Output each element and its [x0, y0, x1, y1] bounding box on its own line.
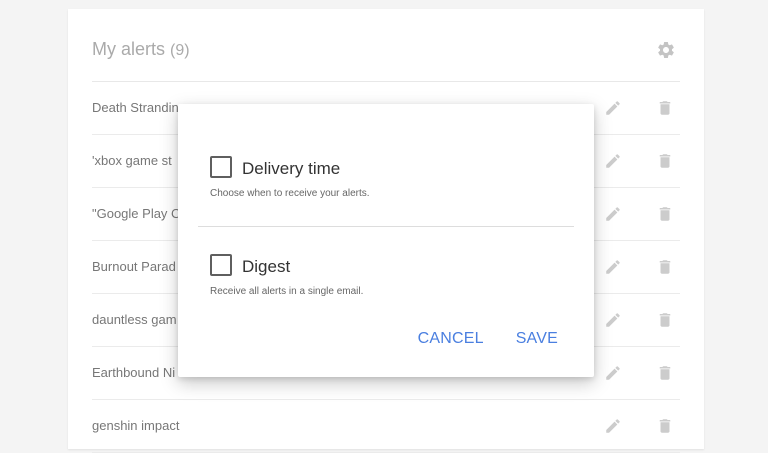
alert-label[interactable]: 'xbox game st	[92, 153, 172, 168]
trash-icon[interactable]	[656, 364, 674, 382]
pencil-icon[interactable]	[604, 364, 622, 382]
list-item: genshin impact	[92, 400, 680, 453]
trash-icon[interactable]	[656, 205, 674, 223]
delivery-time-checkbox[interactable]	[210, 156, 232, 178]
trash-icon[interactable]	[656, 258, 674, 276]
save-button[interactable]: SAVE	[516, 330, 558, 348]
digest-description: Receive all alerts in a single email.	[210, 286, 364, 297]
gear-icon[interactable]	[656, 40, 676, 60]
pencil-icon[interactable]	[604, 99, 622, 117]
digest-checkbox[interactable]	[210, 254, 232, 276]
page-title-text: My alerts	[92, 39, 166, 59]
delivery-time-description: Choose when to receive your alerts.	[210, 188, 370, 199]
digest-label[interactable]: Digest	[242, 257, 290, 277]
alert-label[interactable]: Death Strandin	[92, 100, 179, 115]
pencil-icon[interactable]	[604, 417, 622, 435]
alert-label[interactable]: Burnout Parad	[92, 259, 176, 274]
alert-label[interactable]: dauntless gam	[92, 312, 177, 327]
alert-label[interactable]: Earthbound Ni	[92, 365, 175, 380]
trash-icon[interactable]	[656, 99, 674, 117]
pencil-icon[interactable]	[604, 311, 622, 329]
trash-icon[interactable]	[656, 152, 674, 170]
page-title: My alerts (9)	[92, 39, 190, 60]
pencil-icon[interactable]	[604, 152, 622, 170]
alerts-header: My alerts (9)	[92, 9, 680, 82]
pencil-icon[interactable]	[604, 258, 622, 276]
trash-icon[interactable]	[656, 311, 674, 329]
alert-count: (9)	[170, 42, 190, 59]
delivery-time-label[interactable]: Delivery time	[242, 159, 340, 179]
trash-icon[interactable]	[656, 417, 674, 435]
dialog-actions: CANCEL SAVE	[418, 330, 558, 348]
pencil-icon[interactable]	[604, 205, 622, 223]
cancel-button[interactable]: CANCEL	[418, 330, 484, 348]
dialog-divider	[198, 226, 574, 227]
alert-label[interactable]: "Google Play C	[92, 206, 180, 221]
delivery-options-dialog: Delivery time Choose when to receive you…	[178, 104, 594, 377]
alert-label[interactable]: genshin impact	[92, 418, 179, 433]
